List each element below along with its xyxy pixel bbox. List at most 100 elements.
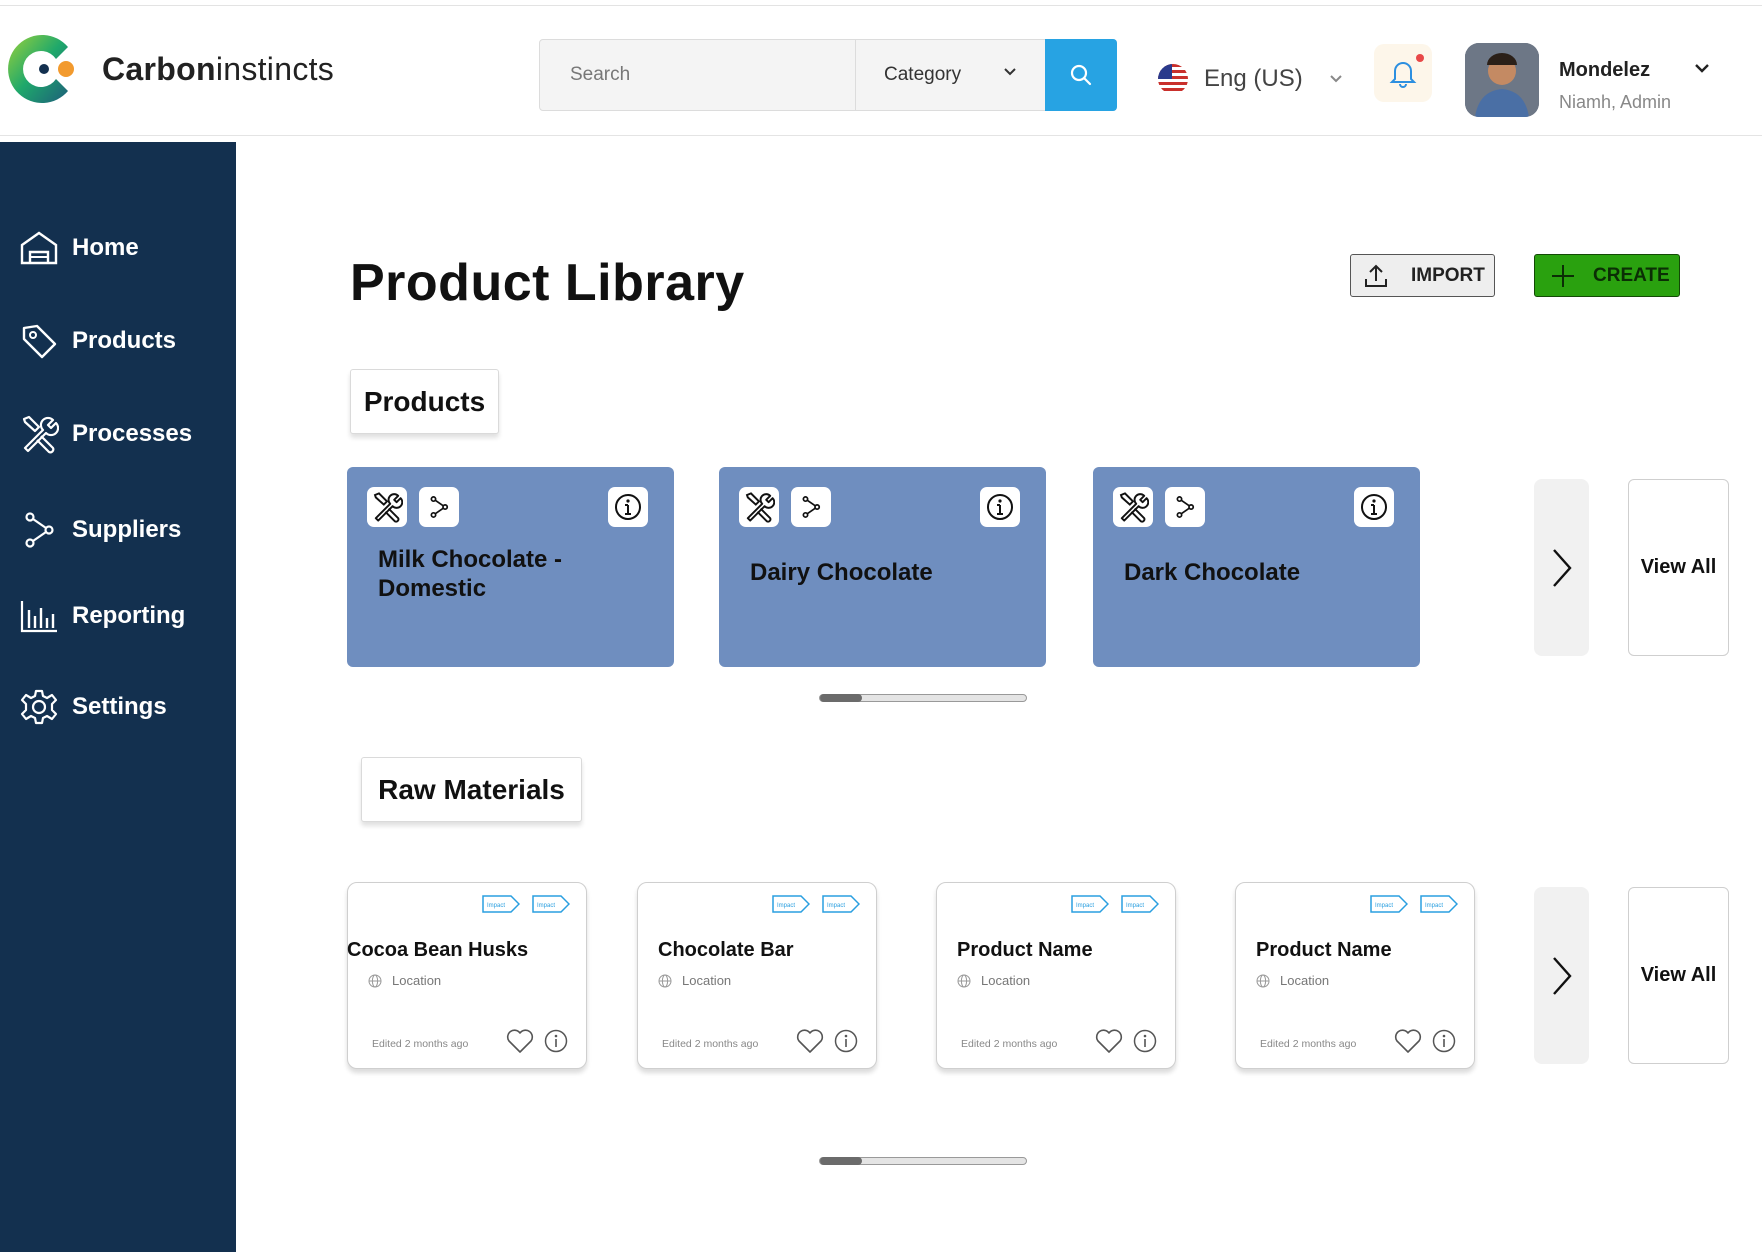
sidebar-item-label: Home [72,234,139,261]
tools-icon[interactable] [367,487,407,527]
category-select[interactable]: Category [855,40,1045,110]
brand-name: Carboninstincts [102,51,335,87]
impact-tag-icon[interactable]: Impact [1420,895,1458,913]
scrollbar-thumb[interactable] [820,694,862,702]
create-label: CREATE [1593,264,1670,286]
search-input[interactable] [540,40,855,110]
user-role: Niamh, Admin [1559,92,1672,112]
top-border [0,0,1762,6]
globe-icon [658,974,672,987]
info-icon[interactable] [1432,1029,1456,1053]
sidebar-item-home[interactable]: Home [18,226,139,270]
sidebar-item-suppliers[interactable]: Suppliers [18,508,181,552]
tools-icon[interactable] [1113,487,1153,527]
sidebar-item-products[interactable]: Products [18,319,176,363]
import-button[interactable]: IMPORT [1350,254,1495,297]
sidebar-item-label: Processes [72,420,193,447]
next-raw-materials-button[interactable] [1534,887,1589,1064]
edited-time: Edited 2 months ago [372,1038,469,1050]
product-card[interactable]: Dark Chocolate [1093,467,1420,667]
tab-raw-materials[interactable]: Raw Materials [361,757,582,822]
svg-text:Impact: Impact [1076,903,1094,909]
location: Location [368,973,441,988]
search-button[interactable] [1045,39,1117,111]
heart-icon[interactable] [506,1028,534,1054]
scrollbar-thumb[interactable] [820,1157,862,1165]
impact-tags: Impact Impact [1358,895,1458,913]
tools-icon [18,413,60,455]
info-icon[interactable] [608,487,648,527]
user-photo [1465,43,1539,117]
tab-products[interactable]: Products [350,369,499,434]
product-card[interactable]: Milk Chocolate - Domestic [347,467,674,667]
svg-text:Impact: Impact [1375,903,1393,909]
products-scrollbar[interactable] [819,694,1027,702]
page-title: Product Library [350,254,745,312]
plus-icon [1552,264,1574,287]
impact-tag-icon[interactable]: Impact [822,895,860,913]
globe-icon [1256,974,1270,987]
notification-badge [1416,54,1424,62]
impact-tags: Impact Impact [470,895,570,913]
raw-material-card[interactable]: Impact Impact Chocolate Bar Location Edi… [637,882,877,1069]
raw-material-card[interactable]: Impact Impact Product Name Location Edit… [1235,882,1475,1069]
sidebar-item-label: Products [72,327,177,354]
tools-icon[interactable] [739,487,779,527]
view-all-products-button[interactable]: View All [1628,479,1729,656]
product-card[interactable]: Dairy Chocolate [719,467,1046,667]
upload-icon [1365,264,1387,287]
heart-icon[interactable] [796,1028,824,1054]
top-header: Carboninstincts Category Eng (US) Mon [0,7,1762,136]
import-label: IMPORT [1411,264,1485,286]
language-selector[interactable]: Eng (US) [1158,63,1343,95]
branch-icon[interactable] [419,487,459,527]
sidebar-item-settings[interactable]: Settings [18,685,167,729]
impact-tag-icon[interactable]: Impact [532,895,570,913]
globe-icon [957,974,971,987]
raw-material-card[interactable]: Impact Impact Cocoa Bean Husks Location … [347,882,587,1069]
sidebar-item-processes[interactable]: Processes [18,412,192,456]
raw-materials-scrollbar[interactable] [819,1157,1027,1165]
bell-icon [1389,62,1417,88]
info-icon[interactable] [1133,1029,1157,1053]
impact-tag-icon[interactable]: Impact [1071,895,1109,913]
raw-material-name: Chocolate Bar [658,939,794,961]
chevron-down-icon[interactable] [1694,63,1710,75]
notifications-button[interactable] [1374,44,1432,102]
svg-text:Impact: Impact [777,903,795,909]
info-icon[interactable] [1354,487,1394,527]
raw-material-card[interactable]: Impact Impact Product Name Location Edit… [936,882,1176,1069]
sidebar-item-label: Suppliers [72,516,182,543]
branch-icon[interactable] [791,487,831,527]
view-all-raw-materials-button[interactable]: View All [1628,887,1729,1064]
info-icon[interactable] [834,1029,858,1053]
edited-time: Edited 2 months ago [961,1038,1058,1050]
impact-tags: Impact Impact [1059,895,1159,913]
info-icon[interactable] [544,1029,568,1053]
search-bar: Category [539,39,1117,111]
heart-icon[interactable] [1394,1028,1422,1054]
heart-icon[interactable] [1095,1028,1123,1054]
home-icon [18,227,60,269]
avatar[interactable] [1465,43,1539,117]
branch-icon[interactable] [1165,487,1205,527]
branch-icon [18,509,60,551]
edited-time: Edited 2 months ago [1260,1038,1357,1050]
product-name: Milk Chocolate - Domestic [378,546,563,602]
product-name: Dark Chocolate [1124,559,1301,586]
info-icon[interactable] [980,487,1020,527]
impact-tag-icon[interactable]: Impact [1121,895,1159,913]
impact-tag-icon[interactable]: Impact [1370,895,1408,913]
next-products-button[interactable] [1534,479,1589,656]
location: Location [658,973,731,988]
create-button[interactable]: CREATE [1534,254,1680,297]
sidebar-item-reporting[interactable]: Reporting [18,594,185,638]
language-label: Eng (US) [1204,65,1303,92]
impact-tag-icon[interactable]: Impact [772,895,810,913]
us-flag-icon [1158,64,1188,94]
location: Location [1256,973,1329,988]
impact-tag-icon[interactable]: Impact [482,895,520,913]
carboninstincts-logo-icon[interactable] [6,29,86,109]
product-name: Dairy Chocolate [750,559,933,586]
chevron-right-icon [1552,956,1572,995]
